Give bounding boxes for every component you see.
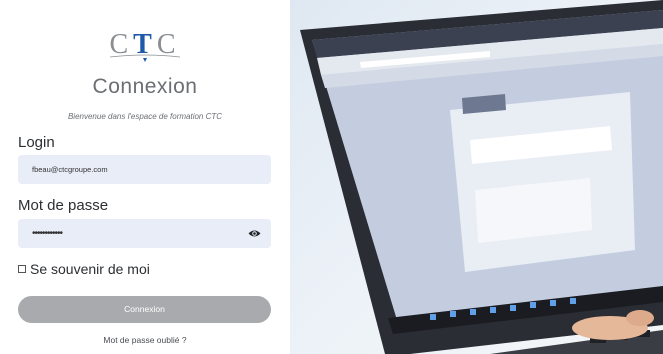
remember-me[interactable]: Se souvenir de moi (18, 261, 150, 277)
ctc-logo: CTC (0, 30, 290, 64)
password-label: Mot de passe (18, 197, 109, 214)
laptop-photo (290, 0, 663, 354)
login-input[interactable]: fbeau@ctcgroupe.com (18, 155, 271, 184)
remember-checkbox[interactable] (18, 265, 26, 273)
login-label: Login (18, 134, 55, 151)
remember-label: Se souvenir de moi (30, 261, 150, 277)
forgot-password-link[interactable]: Mot de passe oublié ? (0, 335, 290, 345)
page-title: Connexion (92, 75, 198, 98)
login-value: fbeau@ctcgroupe.com (32, 165, 108, 174)
welcome-subtitle: Bienvenue dans l'espace de formation CTC (67, 112, 223, 121)
eye-icon[interactable] (248, 228, 261, 239)
login-panel: CTC Connexion Bienvenue dans l'espace de… (0, 0, 290, 354)
login-button[interactable]: Connexion (18, 296, 271, 323)
laptop-illustration (300, 0, 663, 354)
logo-swoosh-icon (109, 54, 181, 62)
password-value: •••••••••••• (32, 228, 63, 239)
password-input[interactable]: •••••••••••• (18, 219, 271, 248)
